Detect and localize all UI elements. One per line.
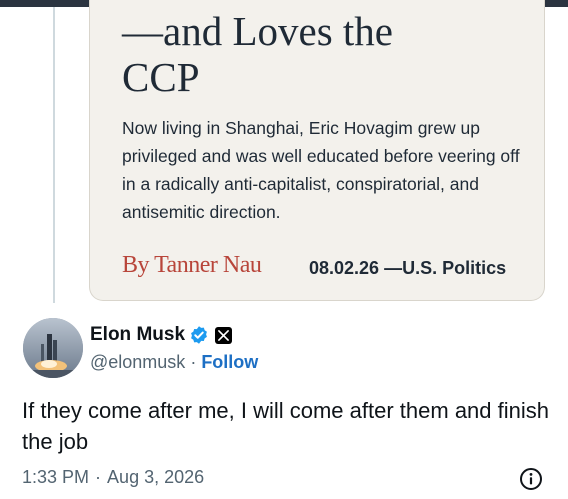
author-display-name[interactable]: Elon Musk	[90, 324, 185, 346]
tweet-text: If they come after me, I will come after…	[22, 398, 549, 454]
x-logo-icon	[215, 326, 233, 344]
info-icon[interactable]	[519, 467, 543, 491]
author-handle-row: @elonmusk · Follow	[90, 350, 258, 374]
author-name-row: Elon Musk	[90, 322, 233, 348]
handle-separator: ·	[190, 351, 197, 372]
avatar[interactable]	[23, 318, 83, 378]
article-dateline: 08.02.26 —U.S. Politics	[309, 258, 507, 278]
article-dek: Now living in Shanghai, Eric Hovagim gre…	[122, 118, 520, 222]
timestamp-separator: ·	[95, 467, 102, 487]
thread-connector-line	[53, 7, 55, 303]
verified-badge-icon	[189, 325, 209, 345]
article-byline: By Tanner Nau	[122, 252, 262, 278]
tweet-time: 1:33 PM	[22, 467, 90, 487]
tweet-timestamp[interactable]: 1:33 PM · Aug 3, 2026	[22, 467, 204, 488]
headline-line-1: —and Loves the	[122, 8, 393, 54]
follow-button[interactable]: Follow	[201, 352, 258, 373]
author-handle[interactable]: @elonmusk	[90, 352, 185, 373]
article-card[interactable]: —and Loves the CCP Now living in Shangha…	[89, 0, 545, 301]
article-headline: —and Loves the CCP	[122, 8, 393, 100]
tweet-date: Aug 3, 2026	[107, 467, 205, 487]
headline-line-2: CCP	[122, 54, 200, 100]
